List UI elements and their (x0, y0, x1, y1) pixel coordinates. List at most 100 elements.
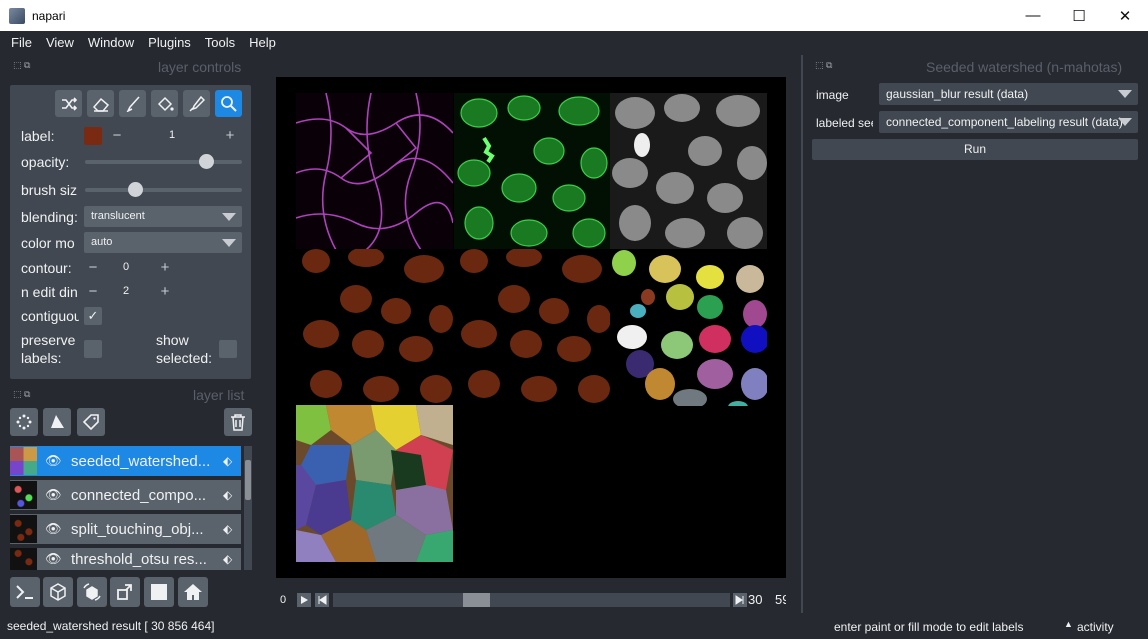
contiguous-checkbox[interactable]: ✓ (84, 307, 102, 325)
layer-thumbnail (10, 515, 37, 543)
title-bar: napari — ☐ ✕ (0, 0, 1148, 31)
menu-help[interactable]: Help (242, 35, 283, 50)
layer-item-seeded-watershed[interactable]: 👁 seeded_watershed... ⬖ (10, 446, 241, 476)
brush-size-slider[interactable] (85, 182, 242, 197)
eye-icon[interactable]: 👁 (45, 551, 65, 567)
n-edit-dim-spinbox[interactable]: − 2 + (84, 282, 174, 302)
eye-icon[interactable]: 👁 (45, 453, 65, 469)
image-tile-nuclei-green (454, 93, 611, 250)
step-forward-button[interactable] (733, 593, 747, 607)
dims-slider-handle[interactable] (462, 593, 490, 607)
eraser-icon (92, 97, 109, 112)
labeled-seeds-dropdown-value: connected_component_labeling result (dat… (886, 115, 1123, 129)
layer-item-threshold-otsu[interactable]: 👁 threshold_otsu res... ⬖ (10, 548, 241, 570)
dock-float-close-icons[interactable]: ⬚ ⧉ (13, 389, 30, 400)
scrollbar-handle[interactable] (245, 460, 251, 500)
layer-controls-panel: label: − 1 + opacity: brush siz blending… (10, 85, 251, 379)
color-mode-dropdown[interactable]: auto (84, 232, 242, 253)
play-button[interactable] (297, 593, 311, 607)
new-labels-layer-button[interactable] (77, 408, 105, 436)
layer-list-header: layer list (193, 387, 245, 403)
menu-tools[interactable]: Tools (198, 35, 242, 50)
fill-button[interactable] (151, 90, 178, 117)
brush-size-slider-handle[interactable] (127, 182, 143, 197)
dock-splitter[interactable] (801, 55, 803, 613)
points-icon (16, 414, 32, 430)
blending-dropdown[interactable]: translucent (84, 206, 242, 227)
shuffle-colors-button[interactable] (55, 90, 82, 117)
close-button[interactable]: ✕ (1102, 0, 1148, 31)
layer-name: split_touching_obj... (71, 520, 204, 538)
contour-value: 0 (123, 261, 130, 273)
maximize-button[interactable]: ☐ (1056, 0, 1102, 31)
contiguous-label: contiguou (21, 308, 79, 324)
layer-thumbnail (10, 481, 37, 509)
erase-button[interactable] (87, 90, 114, 117)
blending-value: translucent (91, 210, 145, 222)
preserve-labels-checkbox[interactable] (84, 340, 102, 358)
n-edit-dim-decrement-button[interactable]: − (84, 282, 102, 302)
step-back-button[interactable] (315, 593, 329, 607)
contour-spinbox[interactable]: − 0 + (84, 258, 174, 278)
dock-float-close-icons[interactable]: ⬚ ⧉ (815, 60, 832, 71)
contour-decrement-button[interactable]: − (84, 258, 102, 278)
ndisplay-button[interactable] (43, 577, 73, 607)
opacity-label: opacity: (21, 154, 70, 170)
square-icon (151, 584, 167, 600)
preserve-labels-label-line2: labels: (21, 350, 62, 366)
transpose-button[interactable] (110, 577, 140, 607)
terminal-icon (16, 585, 33, 599)
chevron-down-icon (1118, 90, 1132, 98)
label-spinbox[interactable]: − 1 + (106, 126, 241, 146)
dims-slider-track[interactable] (333, 593, 730, 607)
menu-plugins[interactable]: Plugins (141, 35, 198, 50)
shapes-icon (51, 415, 64, 428)
eye-icon[interactable]: 👁 (45, 521, 65, 537)
caret-up-icon[interactable]: ▲ (1064, 619, 1073, 629)
roll-dims-button[interactable] (77, 577, 107, 607)
new-shapes-layer-button[interactable] (43, 408, 71, 436)
eyedropper-icon (188, 95, 205, 112)
image-tile-nuclei-gray (610, 93, 767, 250)
tag-icon: ⬖ (223, 522, 233, 536)
trash-icon (231, 414, 245, 431)
menu-window[interactable]: Window (81, 35, 141, 50)
tag-icon: ⬖ (223, 454, 233, 468)
label-decrement-button[interactable]: − (108, 126, 126, 146)
minimize-button[interactable]: — (1010, 0, 1056, 31)
label-increment-button[interactable]: + (221, 126, 239, 146)
show-selected-checkbox[interactable] (219, 340, 237, 358)
tag-icon: ⬖ (223, 488, 233, 502)
home-button[interactable] (178, 577, 208, 607)
pan-zoom-button[interactable] (215, 90, 242, 117)
n-edit-dim-increment-button[interactable]: + (156, 282, 174, 302)
menu-file[interactable]: File (4, 35, 39, 50)
console-button[interactable] (10, 577, 40, 607)
delete-layer-button[interactable] (224, 408, 252, 436)
menu-view[interactable]: View (39, 35, 81, 50)
step-forward-icon (735, 595, 744, 605)
menu-bar: File View Window Plugins Tools Help (0, 31, 1148, 54)
label-color-swatch[interactable] (84, 127, 102, 145)
activity-button[interactable]: activity (1077, 620, 1114, 634)
viewer-canvas[interactable] (276, 77, 786, 578)
plugin-header: Seeded watershed (n-mahotas) (926, 59, 1123, 75)
opacity-slider[interactable] (85, 154, 242, 169)
layer-list-scrollbar[interactable] (244, 446, 252, 570)
labeled-seeds-dropdown[interactable]: connected_component_labeling result (dat… (879, 111, 1138, 133)
layer-name: connected_compo... (71, 486, 207, 504)
eye-icon[interactable]: 👁 (45, 487, 65, 503)
opacity-slider-handle[interactable] (198, 154, 214, 169)
run-button[interactable]: Run (812, 139, 1138, 160)
pick-color-button[interactable] (183, 90, 210, 117)
preserve-labels-label-line1: preserve (21, 332, 76, 348)
image-dropdown[interactable]: gaussian_blur result (data) (879, 83, 1138, 105)
dock-float-close-icons[interactable]: ⬚ ⧉ (13, 60, 30, 71)
layer-item-connected-component[interactable]: 👁 connected_compo... ⬖ (10, 480, 241, 510)
new-points-layer-button[interactable] (10, 408, 38, 436)
magnifier-icon (220, 95, 237, 112)
layer-item-split-touching[interactable]: 👁 split_touching_obj... ⬖ (10, 514, 241, 544)
grid-view-button[interactable] (144, 577, 174, 607)
contour-increment-button[interactable]: + (156, 258, 174, 278)
paint-button[interactable] (119, 90, 146, 117)
